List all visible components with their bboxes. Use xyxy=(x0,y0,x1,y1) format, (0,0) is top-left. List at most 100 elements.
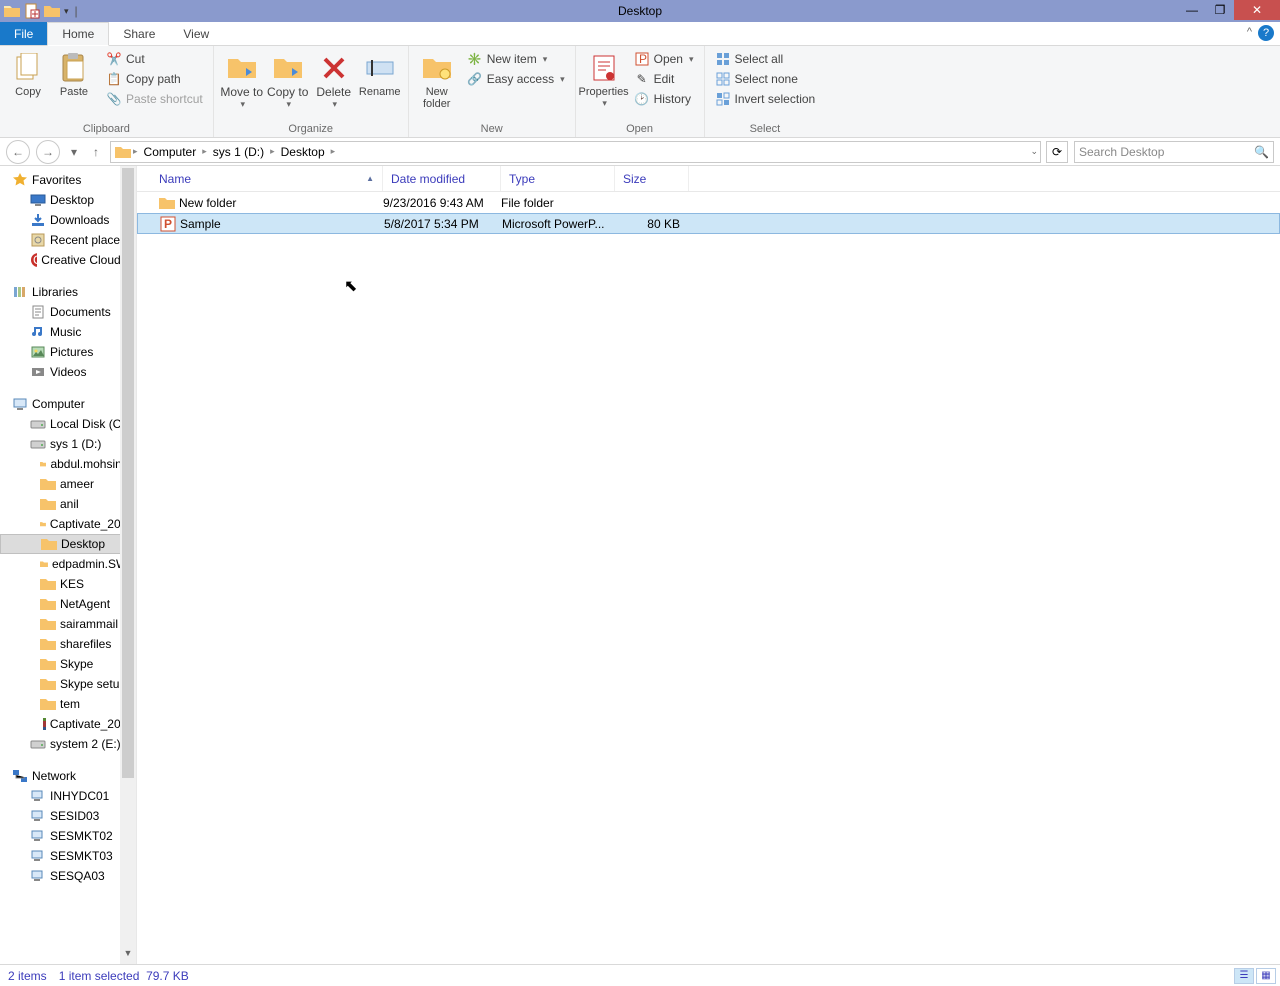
tree-drive[interactable]: system 2 (E:) xyxy=(0,734,136,754)
tree-folder[interactable]: Captivate_2017 xyxy=(0,514,136,534)
cut-button[interactable]: ✂️Cut xyxy=(102,50,207,68)
up-button[interactable]: ↑ xyxy=(88,140,104,164)
nav-pane: FavoritesDesktopDownloadsRecent placesCc… xyxy=(0,166,137,964)
select-all-icon xyxy=(715,51,731,67)
tree-folder[interactable]: anil xyxy=(0,494,136,514)
minimize-button[interactable]: — xyxy=(1178,0,1206,20)
group-label: New xyxy=(415,121,569,137)
tree-lib-pictures[interactable]: Pictures xyxy=(0,342,136,362)
tree-fav-desktop[interactable]: Desktop xyxy=(0,190,136,210)
tree-lib-videos[interactable]: Videos xyxy=(0,362,136,382)
col-name[interactable]: Name▲ xyxy=(137,166,383,191)
paste-button[interactable]: Paste xyxy=(52,50,96,98)
tree-folder[interactable]: abdul.mohsin@ xyxy=(0,454,136,474)
crumb-drive[interactable]: sys 1 (D:) xyxy=(209,145,268,159)
address-bar[interactable]: ▸ Computer ▸ sys 1 (D:) ▸ Desktop ▸ ⌄ xyxy=(110,141,1041,163)
open-button[interactable]: POpen xyxy=(630,50,698,68)
new-folder-button[interactable]: New folder xyxy=(415,50,459,110)
tree-folder[interactable]: Captivate_2017 xyxy=(0,714,136,734)
tree-favorites[interactable]: Favorites xyxy=(0,170,136,190)
collapse-ribbon-icon[interactable]: ^ xyxy=(1247,26,1252,38)
scissors-icon: ✂️ xyxy=(106,51,122,67)
tree-folder[interactable]: NetAgent xyxy=(0,594,136,614)
new-item-button[interactable]: ✳️New item xyxy=(463,50,569,68)
tree-folder[interactable]: tem xyxy=(0,694,136,714)
crumb-folder[interactable]: Desktop xyxy=(277,145,329,159)
forward-button[interactable]: → xyxy=(36,140,60,164)
tree-folder[interactable]: Desktop xyxy=(0,534,136,554)
rename-button[interactable]: Rename xyxy=(358,50,402,98)
svg-text:P: P xyxy=(639,52,647,66)
folder-icon[interactable] xyxy=(44,3,60,19)
file-list: Name▲ Date modified Type Size New folder… xyxy=(137,166,1280,964)
tree-drive[interactable]: Local Disk (C:) xyxy=(0,414,136,434)
group-new: New folder ✳️New item 🔗Easy access New xyxy=(409,46,576,137)
copy-path-button[interactable]: 📋Copy path xyxy=(102,70,207,88)
view-icons-button[interactable]: ▦ xyxy=(1256,968,1276,984)
properties-button[interactable]: Properties xyxy=(582,50,626,109)
help-icon[interactable]: ? xyxy=(1258,25,1274,41)
move-to-button[interactable]: Move to xyxy=(220,50,264,110)
svg-text:P: P xyxy=(164,217,172,231)
paste-shortcut-button[interactable]: 📎Paste shortcut xyxy=(102,90,207,108)
tree-folder[interactable]: KES xyxy=(0,574,136,594)
scroll-thumb[interactable] xyxy=(122,168,134,778)
tree-drive[interactable]: sys 1 (D:) xyxy=(0,434,136,454)
path-icon: 📋 xyxy=(106,71,122,87)
tree-fav-downloads[interactable]: Downloads xyxy=(0,210,136,230)
tree-folder[interactable]: edpadmin.SWII xyxy=(0,554,136,574)
easy-access-icon: 🔗 xyxy=(467,71,483,87)
folder-icon xyxy=(115,145,131,159)
tree-lib-documents[interactable]: Documents xyxy=(0,302,136,322)
scroll-down-icon[interactable]: ▼ xyxy=(120,948,136,964)
tree-lib-music[interactable]: Music xyxy=(0,322,136,342)
tree-computer[interactable]: Computer xyxy=(0,394,136,414)
file-row[interactable]: New folder9/23/2016 9:43 AMFile folder xyxy=(137,192,1280,213)
invert-selection-button[interactable]: Invert selection xyxy=(711,90,820,108)
tree-net-SESMKT03[interactable]: SESMKT03 xyxy=(0,846,136,866)
status-selection: 1 item selected 79.7 KB xyxy=(59,969,189,983)
tree-net-SESMKT02[interactable]: SESMKT02 xyxy=(0,826,136,846)
tree-net-INHYDC01[interactable]: INHYDC01 xyxy=(0,786,136,806)
tree-folder[interactable]: Skype setup xyxy=(0,674,136,694)
tree-fav-recent-places[interactable]: Recent places xyxy=(0,230,136,250)
tab-home[interactable]: Home xyxy=(47,22,109,46)
col-size[interactable]: Size xyxy=(615,166,689,191)
refresh-button[interactable]: ⟳ xyxy=(1046,141,1068,163)
file-row[interactable]: PSample5/8/2017 5:34 PMMicrosoft PowerP.… xyxy=(137,213,1280,234)
history-dropdown-icon[interactable]: ▾ xyxy=(66,140,82,164)
back-button[interactable]: ← xyxy=(6,140,30,164)
crumb-computer[interactable]: Computer xyxy=(140,145,201,159)
col-type[interactable]: Type xyxy=(501,166,615,191)
title-bar: ▾ | Desktop — ❐ ✕ xyxy=(0,0,1280,22)
tree-folder[interactable]: Skype xyxy=(0,654,136,674)
edit-button[interactable]: ✎Edit xyxy=(630,70,698,88)
close-button[interactable]: ✕ xyxy=(1234,0,1280,20)
view-details-button[interactable]: ☰ xyxy=(1234,968,1254,984)
tab-file[interactable]: File xyxy=(0,22,47,45)
qat-dropdown-icon[interactable]: ▾ xyxy=(64,6,69,17)
tree-folder[interactable]: sharefiles xyxy=(0,634,136,654)
tree-net-SESID03[interactable]: SESID03 xyxy=(0,806,136,826)
easy-access-button[interactable]: 🔗Easy access xyxy=(463,70,569,88)
copy-button[interactable]: Copy xyxy=(6,50,50,98)
tree-net-SESQA03[interactable]: SESQA03 xyxy=(0,866,136,886)
history-button[interactable]: 🕑History xyxy=(630,90,698,108)
select-all-button[interactable]: Select all xyxy=(711,50,820,68)
tree-network[interactable]: Network xyxy=(0,766,136,786)
new-doc-icon[interactable] xyxy=(24,3,40,19)
copy-to-button[interactable]: Copy to xyxy=(266,50,310,110)
restore-button[interactable]: ❐ xyxy=(1206,0,1234,20)
tree-libraries[interactable]: Libraries xyxy=(0,282,136,302)
tab-view[interactable]: View xyxy=(169,22,223,45)
scrollbar[interactable]: ▲ ▼ xyxy=(120,166,136,964)
tab-share[interactable]: Share xyxy=(109,22,169,45)
tree-folder[interactable]: ameer xyxy=(0,474,136,494)
col-date[interactable]: Date modified xyxy=(383,166,501,191)
tree-fav-creative-cloud-fi[interactable]: CcCreative Cloud Fi xyxy=(0,250,136,270)
select-none-button[interactable]: Select none xyxy=(711,70,820,88)
search-input[interactable]: Search Desktop 🔍 xyxy=(1074,141,1274,163)
address-dropdown-icon[interactable]: ⌄ xyxy=(1030,146,1038,157)
delete-button[interactable]: Delete xyxy=(312,50,356,110)
tree-folder[interactable]: sairammail id xyxy=(0,614,136,634)
